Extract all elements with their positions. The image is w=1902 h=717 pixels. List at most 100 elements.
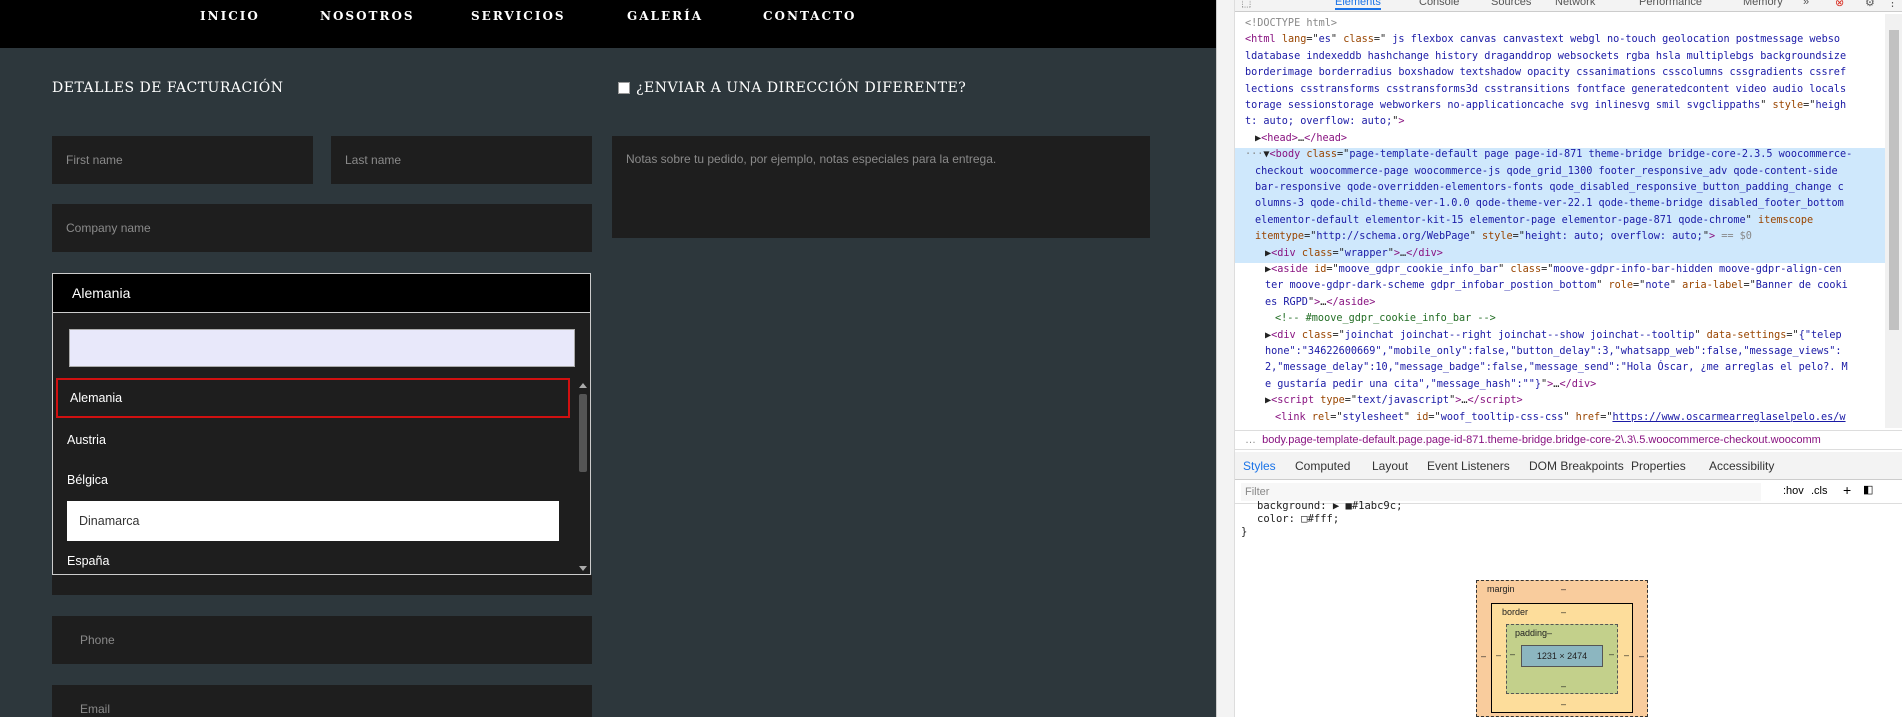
dom-node-line[interactable]: ldatabase indexeddb hashchange history d… xyxy=(1245,49,1846,65)
style-line-close: } xyxy=(1241,526,1248,538)
dom-node-line[interactable]: hone":"34622600669","mobile_only":false,… xyxy=(1265,344,1842,360)
subtab-event-listeners[interactable]: Event Listeners xyxy=(1427,459,1510,473)
border-top-value[interactable]: – xyxy=(1561,607,1566,617)
dom-node-line[interactable]: 2,"message_delay":10,"message_badge":fal… xyxy=(1265,360,1848,376)
cls-toggle[interactable]: .cls xyxy=(1811,485,1828,497)
border-left-value[interactable]: – xyxy=(1496,650,1501,660)
dom-node-line[interactable]: elementor-default elementor-kit-15 eleme… xyxy=(1255,213,1813,229)
dom-node-line[interactable]: <!DOCTYPE html> xyxy=(1245,16,1337,32)
email-field[interactable]: Email xyxy=(52,685,592,717)
border-bottom-value[interactable]: – xyxy=(1561,699,1566,709)
nav-inicio[interactable]: INICIO xyxy=(200,9,260,23)
dom-breadcrumb[interactable]: … body.page-template-default.page.page-i… xyxy=(1235,430,1902,450)
breadcrumb-path[interactable]: body.page-template-default.page.page-id-… xyxy=(1262,434,1821,446)
add-rule-icon[interactable]: + xyxy=(1843,482,1851,498)
dom-node-line[interactable]: ter moove-gdpr-dark-scheme gdpr_infobar_… xyxy=(1265,278,1848,294)
dom-node-line[interactable]: ▶<div class="wrapper">…</div> xyxy=(1265,246,1443,262)
padding-top-value[interactable]: – xyxy=(1547,628,1552,638)
dom-node-line[interactable]: t: auto; overflow: auto;"> xyxy=(1245,114,1404,130)
padding-right-value[interactable]: – xyxy=(1609,649,1614,659)
border-label: border xyxy=(1502,607,1529,617)
country-option[interactable]: España xyxy=(55,541,573,581)
subtab-styles[interactable]: Styles xyxy=(1243,459,1276,473)
hov-toggle[interactable]: :hov xyxy=(1783,485,1804,497)
country-option[interactable]: Alemania xyxy=(56,378,570,418)
dom-node-line[interactable]: itemtype="http://schema.org/WebPage" sty… xyxy=(1255,229,1752,245)
nav-nosotros[interactable]: NOSOTROS xyxy=(320,9,415,23)
phone-field[interactable]: Phone xyxy=(52,616,592,664)
styles-filter-input[interactable]: Filter xyxy=(1241,483,1761,501)
dom-node-line[interactable]: ▶<aside id="moove_gdpr_cookie_info_bar" … xyxy=(1265,262,1842,278)
nav-servicios[interactable]: SERVICIOS xyxy=(471,9,566,23)
dom-node-line[interactable]: ···▼<body class="page-template-default p… xyxy=(1245,147,1852,163)
dom-node-line[interactable]: ▶<script type="text/javascript">…</scrip… xyxy=(1265,393,1523,409)
style-line-background[interactable]: background: ▶ ■#1abc9c; xyxy=(1241,500,1402,513)
subtab-computed[interactable]: Computed xyxy=(1295,459,1350,473)
dom-node-line[interactable]: borderimage borderradius boxshadow texts… xyxy=(1245,65,1846,81)
dom-node-line[interactable]: bar-responsive qode-overridden-elementor… xyxy=(1255,180,1844,196)
border-right-value[interactable]: – xyxy=(1624,650,1629,660)
country-option[interactable]: Bélgica xyxy=(55,460,573,500)
padding-bottom-value[interactable]: – xyxy=(1561,681,1566,691)
shipping-heading: ¿ENVIAR A UNA DIRECCIÓN DIFERENTE? xyxy=(636,80,967,96)
margin-right-value[interactable]: – xyxy=(1639,651,1644,661)
dom-tree[interactable]: <!DOCTYPE html> <html lang="es" class=" j… xyxy=(1235,14,1885,428)
subtab-layout[interactable]: Layout xyxy=(1372,459,1408,473)
tab-network[interactable]: Network xyxy=(1555,0,1595,8)
more-options-icon[interactable]: ⋮ xyxy=(1887,0,1898,9)
inspect-icon[interactable]: ⬚ xyxy=(1241,0,1251,9)
country-option[interactable]: Austria xyxy=(55,420,573,460)
nav-galeria[interactable]: GALERÍA xyxy=(627,9,703,23)
dom-node-line[interactable]: <!-- #moove_gdpr_cookie_info_bar --> xyxy=(1275,311,1496,327)
toggle-sidebar-icon[interactable]: ◧ xyxy=(1863,483,1873,496)
dom-node-line[interactable]: lections csstransforms csstransforms3d c… xyxy=(1245,82,1846,98)
dom-node-line[interactable]: es RGPD">…</aside> xyxy=(1265,295,1375,311)
margin-top-value[interactable]: – xyxy=(1561,584,1566,594)
padding-left-value[interactable]: – xyxy=(1510,649,1515,659)
subtab-accessibility[interactable]: Accessibility xyxy=(1709,459,1774,473)
styles-subtabs: Styles Computed Layout Event Listeners D… xyxy=(1235,452,1902,480)
style-line-color[interactable]: color: □#fff; xyxy=(1241,513,1402,526)
scroll-down-arrow-icon[interactable] xyxy=(579,566,587,571)
company-field[interactable]: Company name xyxy=(52,204,592,252)
tab-elements[interactable]: Elements xyxy=(1335,0,1381,10)
country-search-input[interactable] xyxy=(69,329,575,367)
country-dropdown: Alemania Austria Bélgica Dinamarca Españ… xyxy=(52,313,591,575)
last-name-field[interactable]: Last name xyxy=(331,136,592,184)
dom-tree-scrollbar[interactable] xyxy=(1885,14,1902,428)
devtools-gutter xyxy=(1217,0,1235,717)
box-model-padding: padding – – – – 1231 × 2474 xyxy=(1506,624,1618,694)
tab-console[interactable]: Console xyxy=(1419,0,1459,8)
country-select[interactable]: Alemania xyxy=(52,273,591,313)
margin-left-value[interactable]: – xyxy=(1481,651,1486,661)
dom-node-line[interactable]: ▶<head>…</head> xyxy=(1255,131,1347,147)
scroll-up-arrow-icon[interactable] xyxy=(579,383,587,388)
dom-node-line[interactable]: e gustaría pedir una cita","message_hash… xyxy=(1265,377,1596,393)
nav-contacto[interactable]: CONTACTO xyxy=(763,9,857,23)
subtab-dom-breakpoints[interactable]: DOM Breakpoints xyxy=(1529,459,1624,473)
dom-node-line[interactable]: <link rel="stylesheet" id="woof_tooltip-… xyxy=(1275,410,1846,426)
first-name-field[interactable]: First name xyxy=(52,136,313,184)
dom-node-line[interactable]: ▶<div class="joinchat joinchat--right jo… xyxy=(1265,328,1842,344)
country-option[interactable]: Dinamarca xyxy=(67,501,559,541)
tab-sources[interactable]: Sources xyxy=(1491,0,1531,8)
tab-memory[interactable]: Memory xyxy=(1743,0,1783,8)
website-viewport: INICIO NOSOTROS SERVICIOS GALERÍA CONTAC… xyxy=(0,0,1216,717)
more-tabs-icon[interactable]: » xyxy=(1803,0,1809,8)
box-model-diagram: margin – – – border – – – – padding – – … xyxy=(1476,580,1648,717)
dropdown-scrollbar[interactable] xyxy=(576,380,590,574)
order-notes-textarea[interactable]: Notas sobre tu pedido, por ejemplo, nota… xyxy=(612,136,1150,238)
box-model-content-size[interactable]: 1231 × 2474 xyxy=(1521,645,1603,667)
dom-node-line[interactable]: olumns-3 qode-child-theme-ver-1.0.0 qode… xyxy=(1255,196,1844,212)
subtab-properties[interactable]: Properties xyxy=(1631,459,1686,473)
dom-node-line[interactable]: checkout woocommerce-page woocommerce-js… xyxy=(1255,164,1838,180)
settings-gear-icon[interactable]: ⚙ xyxy=(1865,0,1875,9)
style-rules[interactable]: background: ▶ ■#1abc9c; color: □#fff; } xyxy=(1241,500,1402,539)
dropdown-scroll-thumb[interactable] xyxy=(579,394,587,472)
dom-node-line[interactable]: torage sessionstorage webworkers no-appl… xyxy=(1245,98,1846,114)
ship-different-checkbox[interactable] xyxy=(618,82,630,94)
error-badge-icon[interactable]: ⊗ xyxy=(1835,0,1844,9)
tab-performance[interactable]: Performance xyxy=(1639,0,1702,8)
dom-node-line[interactable]: <html lang="es" class=" js flexbox canva… xyxy=(1245,32,1840,48)
dom-scroll-thumb[interactable] xyxy=(1889,30,1899,330)
